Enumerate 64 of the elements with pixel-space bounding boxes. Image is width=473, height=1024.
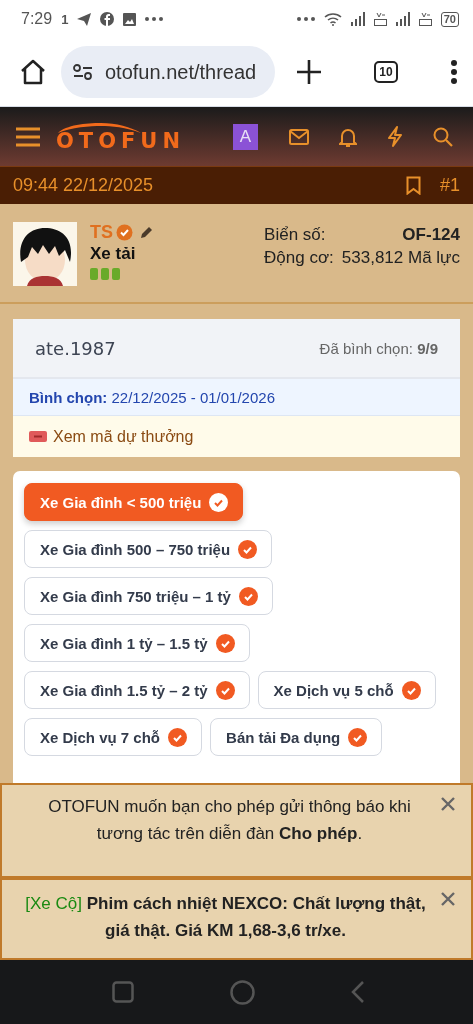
post-number-link[interactable]: #1 xyxy=(439,175,460,196)
rank-bars-icon xyxy=(90,268,120,280)
site-settings-icon[interactable] xyxy=(73,64,93,80)
check-icon xyxy=(168,727,188,747)
bookmark-icon[interactable] xyxy=(405,176,421,195)
home-button[interactable] xyxy=(19,58,47,86)
back-button[interactable] xyxy=(351,981,365,1003)
address-bar[interactable]: otofun.net/thread xyxy=(61,46,275,98)
check-icon xyxy=(209,492,229,512)
site-logo[interactable]: OTOFUN xyxy=(56,120,185,153)
poll-period: Bình chọn: 22/12/2025 - 01/01/2026 xyxy=(29,388,275,406)
check-icon xyxy=(348,727,368,747)
detail-label: Biển số: xyxy=(264,225,327,245)
vote-count: Đã bình chọn: 9/9 xyxy=(319,339,438,357)
lightning-icon[interactable] xyxy=(387,126,403,147)
volte-icon xyxy=(418,12,432,26)
tab-count-button[interactable]: 10 xyxy=(374,61,398,83)
poll-option[interactable]: Xe Gia đình 1 tỷ – 1.5 tỷ xyxy=(24,624,250,662)
ticket-icon xyxy=(29,431,47,442)
check-icon xyxy=(238,539,258,559)
poll-option[interactable]: Bán tải Đa dụng xyxy=(210,718,383,756)
notification-count: 1 xyxy=(61,11,69,27)
close-icon[interactable] xyxy=(441,797,455,811)
check-icon xyxy=(401,680,421,700)
volte-icon xyxy=(373,12,387,26)
image-icon xyxy=(123,12,137,26)
avatar-icon xyxy=(13,222,77,286)
mail-icon[interactable] xyxy=(289,128,309,145)
battery-level: 70 xyxy=(440,11,459,27)
more-icon xyxy=(296,17,315,21)
ad-link[interactable]: [Xe Cộ] Phim cách nhiệt NEXCO: Chất lượng thật, giá thật. Giá KM 1,68-3,6 tr/xe. xyxy=(24,890,427,944)
user-title: Xe tải xyxy=(90,244,137,264)
check-icon xyxy=(215,680,235,700)
menu-icon[interactable] xyxy=(451,60,457,84)
poll-option[interactable]: Xe Dịch vụ 7 chỗ xyxy=(24,718,203,756)
check-icon xyxy=(215,633,235,653)
new-tab-button[interactable] xyxy=(297,60,321,84)
menu-icon[interactable] xyxy=(16,126,40,147)
clock-time: 7:29 xyxy=(21,10,53,28)
poll-option[interactable]: Xe Dịch vụ 5 chỗ xyxy=(257,671,436,709)
signal-icon xyxy=(350,12,365,26)
post-date: 09:44 22/12/2025 xyxy=(13,175,154,196)
bell-icon[interactable] xyxy=(339,126,357,147)
signal-icon xyxy=(395,12,410,26)
facebook-icon xyxy=(100,12,115,26)
account-avatar[interactable]: A xyxy=(233,123,258,150)
detail-value: 533,812 Mã lực xyxy=(341,248,460,268)
detail-value: OF-124 xyxy=(401,225,460,245)
poll-title: ate.1987 xyxy=(35,337,116,359)
verified-badge-icon xyxy=(116,224,133,241)
notification-prompt: OTOFUN muốn bạn cho phép gửi thông báo khi tương tác trên diễn đàn Cho phép. xyxy=(48,797,411,843)
search-icon[interactable] xyxy=(433,126,453,147)
poll-option[interactable]: Xe Gia đình 500 – 750 triệu xyxy=(24,530,273,568)
poll-option[interactable]: Xe Gia đình 750 triệu – 1 tỷ xyxy=(24,577,273,615)
ticket-link[interactable]: Xem mã dự thưởng xyxy=(53,427,194,446)
close-icon[interactable] xyxy=(441,892,455,906)
poll-option[interactable]: Xe Gia đình 1.5 tỷ – 2 tỷ xyxy=(24,671,250,709)
detail-label: Động cơ: xyxy=(264,248,334,268)
wifi-icon xyxy=(323,12,342,26)
more-icon xyxy=(145,17,164,21)
pencil-icon[interactable] xyxy=(139,225,153,240)
send-icon xyxy=(77,12,92,26)
recent-apps-button[interactable] xyxy=(112,981,134,1003)
check-icon xyxy=(238,586,258,606)
